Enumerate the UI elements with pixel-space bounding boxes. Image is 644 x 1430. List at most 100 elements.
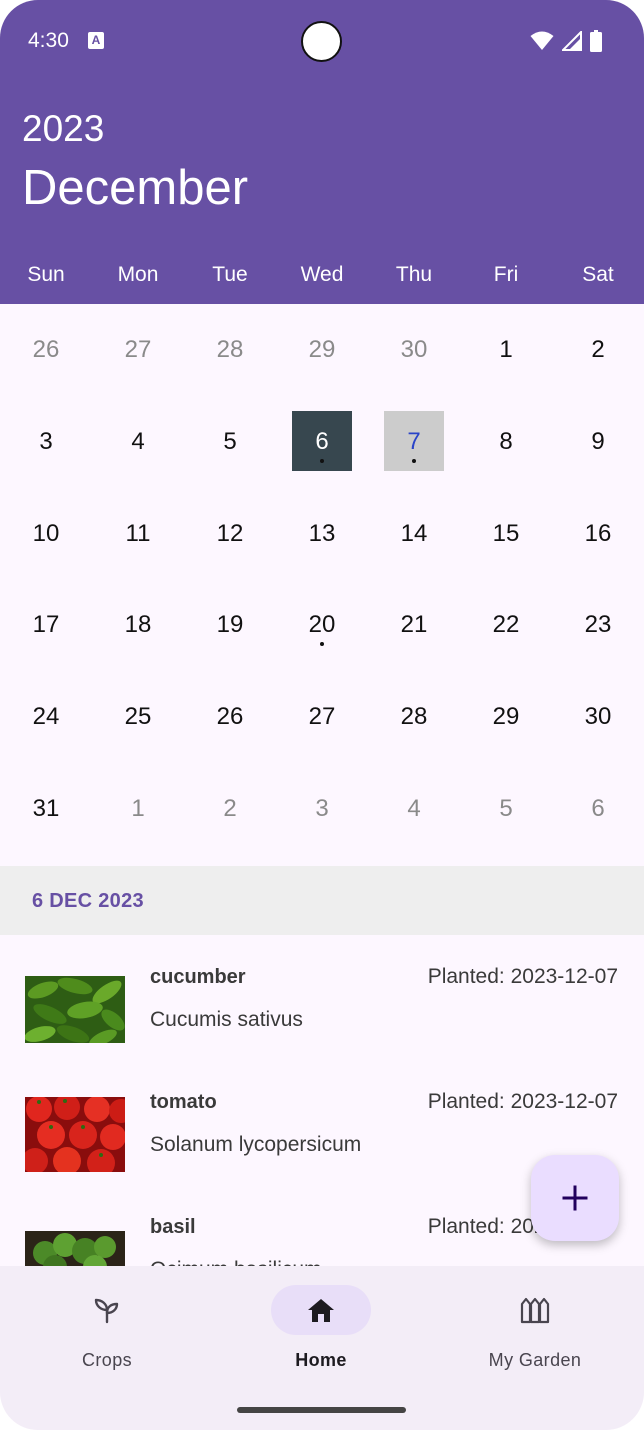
selected-date-label: 6 DEC 2023	[32, 890, 144, 912]
calendar-day[interactable]: 28	[368, 671, 460, 763]
nav-label: Home	[295, 1350, 347, 1370]
calendar-day[interactable]: 20	[276, 579, 368, 671]
calendar-day[interactable]: 1	[460, 304, 552, 396]
calendar-day[interactable]: 26	[0, 304, 92, 396]
day-number: 5	[223, 427, 237, 455]
calendar-week-row: 10 11 12 13 14 15 16	[0, 488, 644, 580]
day-number: 20	[308, 611, 336, 639]
day-number: 22	[492, 611, 520, 639]
calendar-day[interactable]: 31	[0, 763, 92, 855]
crop-name: cucumber	[150, 966, 246, 988]
day-number: 30	[400, 336, 428, 363]
day-number: 21	[400, 611, 428, 639]
day-number: 13	[308, 519, 336, 547]
calendar-day-today[interactable]: 7	[368, 396, 460, 488]
calendar-day[interactable]: 4	[92, 396, 184, 488]
calendar-day[interactable]: 10	[0, 488, 92, 580]
calendar-day[interactable]: 1	[92, 763, 184, 855]
weekday-label: Sat	[582, 263, 614, 286]
day-number: 6	[591, 794, 605, 822]
day-number: 2	[591, 336, 605, 363]
calendar-header: 4:30 A 2023 December Sun Mon Tue Wed Thu…	[0, 0, 644, 304]
year-label[interactable]: 2023	[22, 108, 104, 150]
planted-date: Planted: 2023-12-07	[427, 965, 618, 988]
weekday-row: Sun Mon Tue Wed Thu Fri Sat	[0, 258, 644, 292]
crop-name: tomato	[150, 1091, 217, 1113]
day-number: 5	[499, 794, 513, 822]
day-number: 11	[125, 519, 151, 547]
notification-icon: A	[88, 32, 104, 49]
weekday-label: Wed	[300, 263, 344, 286]
calendar-day[interactable]: 26	[184, 671, 276, 763]
calendar-day[interactable]: 24	[0, 671, 92, 763]
day-number: 24	[32, 703, 60, 731]
month-label[interactable]: December	[22, 160, 248, 216]
nav-item-crops[interactable]: Crops	[0, 1266, 214, 1396]
calendar-week-row: 31 1 2 3 4 5 6	[0, 763, 644, 855]
calendar-day[interactable]: 30	[368, 304, 460, 396]
day-number: 28	[400, 703, 428, 731]
day-number: 1	[131, 794, 145, 822]
day-number: 15	[492, 519, 520, 547]
day-number: 4	[407, 794, 421, 822]
calendar-day[interactable]: 30	[552, 671, 644, 763]
day-number: 27	[124, 336, 152, 363]
calendar-day[interactable]: 15	[460, 488, 552, 580]
calendar-day[interactable]: 2	[184, 763, 276, 855]
weekday-label: Sun	[27, 263, 65, 286]
calendar-day[interactable]: 3	[0, 396, 92, 488]
weekday-label: Mon	[117, 263, 159, 286]
day-number: 4	[131, 427, 145, 455]
calendar-day[interactable]: 3	[276, 763, 368, 855]
nav-label: Crops	[81, 1350, 132, 1370]
calendar-day[interactable]: 28	[184, 304, 276, 396]
calendar-day[interactable]: 29	[276, 304, 368, 396]
status-time: 4:30	[28, 29, 69, 52]
crop-list-item[interactable]: cucumber Cucumis sativus Planted: 2023-1…	[0, 935, 644, 1060]
calendar-day[interactable]: 21	[368, 579, 460, 671]
calendar-day[interactable]: 6	[552, 763, 644, 855]
camera-cutout	[301, 21, 342, 62]
nav-item-home[interactable]: Home	[214, 1266, 428, 1396]
calendar-day[interactable]: 5	[184, 396, 276, 488]
weekday-label: Thu	[395, 263, 433, 286]
calendar-day[interactable]: 14	[368, 488, 460, 580]
cucumber-photo	[25, 976, 125, 1043]
calendar-day[interactable]: 22	[460, 579, 552, 671]
calendar-day[interactable]: 27	[92, 304, 184, 396]
calendar-week-row: 26 27 28 29 30 1 2	[0, 304, 644, 396]
day-number: 9	[591, 427, 605, 455]
calendar-day[interactable]: 9	[552, 396, 644, 488]
day-number: 6	[315, 427, 329, 455]
calendar-day[interactable]: 19	[184, 579, 276, 671]
calendar-day[interactable]: 5	[460, 763, 552, 855]
gesture-bar[interactable]	[237, 1407, 406, 1413]
calendar-day[interactable]: 25	[92, 671, 184, 763]
calendar-day[interactable]: 13	[276, 488, 368, 580]
calendar-day[interactable]: 29	[460, 671, 552, 763]
home-icon	[308, 1299, 334, 1322]
calendar-day[interactable]: 11	[92, 488, 184, 580]
calendar-day[interactable]: 23	[552, 579, 644, 671]
day-number: 14	[400, 519, 428, 547]
day-number: 28	[216, 336, 244, 363]
calendar-day[interactable]: 12	[184, 488, 276, 580]
calendar-day[interactable]: 16	[552, 488, 644, 580]
day-number: 7	[407, 427, 421, 455]
calendar-day[interactable]: 4	[368, 763, 460, 855]
calendar-day[interactable]: 27	[276, 671, 368, 763]
day-number: 17	[32, 611, 60, 639]
calendar-week-row: 17 18 19 20 21 22 23	[0, 579, 644, 671]
calendar-day[interactable]: 18	[92, 579, 184, 671]
calendar-day[interactable]: 8	[460, 396, 552, 488]
add-crop-button[interactable]	[531, 1155, 619, 1241]
calendar-day[interactable]: 17	[0, 579, 92, 671]
basil-photo	[25, 1231, 125, 1266]
calendar-week-row: 3 4 5 6 7 8 9	[0, 396, 644, 488]
calendar-day[interactable]: 2	[552, 304, 644, 396]
calendar-day-selected[interactable]: 6	[276, 396, 368, 488]
tomato-photo	[25, 1097, 125, 1172]
day-number: 23	[584, 611, 612, 639]
nav-item-my-garden[interactable]: My Garden	[428, 1266, 642, 1396]
day-number: 3	[39, 427, 53, 455]
